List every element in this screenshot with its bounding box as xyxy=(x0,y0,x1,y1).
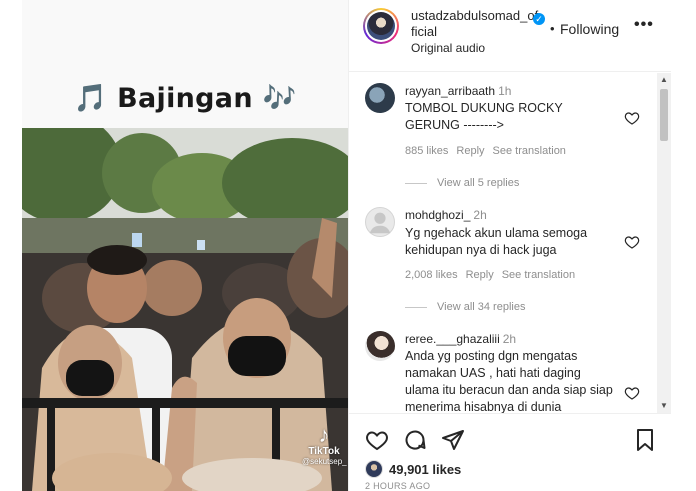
post-header: ustadzabdulsomad_official ✓ • Following … xyxy=(349,0,671,72)
scroll-up-arrow-icon[interactable]: ▲ xyxy=(657,73,671,87)
more-options-icon[interactable]: ••• xyxy=(634,16,654,34)
likes-summary[interactable]: 49,901 likes xyxy=(365,460,461,478)
like-comment-heart-icon[interactable] xyxy=(624,110,640,126)
comment-bubble-icon[interactable] xyxy=(403,428,427,452)
view-replies-link[interactable]: View all 5 replies xyxy=(405,177,519,189)
header-separator: • xyxy=(550,21,555,36)
comment-time: 2h xyxy=(502,332,517,346)
tiktok-brand: TikTok xyxy=(308,446,340,457)
commenter-avatar[interactable] xyxy=(365,83,395,113)
comment-time: 1h xyxy=(498,84,512,98)
comment-username-line: reree.___ghazaliii 2h xyxy=(405,332,516,346)
video-player[interactable]: 🎵 Bajingan 🎶 ♪ TikTok @sekutsep_ xyxy=(22,0,348,491)
comment-username[interactable]: reree.___ghazaliii xyxy=(405,332,500,346)
post-panel: ustadzabdulsomad_official ✓ • Following … xyxy=(348,0,671,491)
comment-username-line: mohdghozi_ 2h xyxy=(405,208,487,222)
following-button[interactable]: Following xyxy=(560,21,619,37)
video-caption: 🎵 Bajingan 🎶 xyxy=(73,83,297,114)
comment-likes[interactable]: 2,008 likes xyxy=(405,269,458,281)
commenter-avatar[interactable] xyxy=(365,207,395,237)
view-replies-link[interactable]: View all 34 replies xyxy=(405,301,525,313)
like-comment-heart-icon[interactable] xyxy=(624,234,640,250)
tiktok-watermark: ♪ TikTok @sekutsep_ xyxy=(302,422,347,467)
see-translation-link[interactable]: See translation xyxy=(502,269,575,281)
comment-time: 2h xyxy=(473,208,487,222)
scroll-down-arrow-icon[interactable]: ▼ xyxy=(657,399,671,413)
comment-text: TOMBOL DUKUNG ROCKY GERUNG --------> xyxy=(405,101,563,132)
tiktok-logo-icon: ♪ xyxy=(318,422,330,447)
post-actions: 49,901 likes 2 HOURS AGO xyxy=(349,413,671,491)
header-username[interactable]: ustadzabdulsomad_official xyxy=(411,8,539,40)
profile-avatar[interactable] xyxy=(363,8,399,44)
verified-badge-icon: ✓ xyxy=(533,13,545,25)
comment-meta: 885 likes Reply See translation xyxy=(405,145,574,157)
share-paper-plane-icon[interactable] xyxy=(441,428,465,452)
commenter-avatar[interactable] xyxy=(365,331,395,361)
comment-username[interactable]: mohdghozi_ xyxy=(405,208,470,222)
comment-username-line: rayyan_arribaath 1h xyxy=(405,84,511,98)
liker-avatar xyxy=(365,460,383,478)
comment-username[interactable]: rayyan_arribaath xyxy=(405,84,495,98)
tiktok-user: @sekutsep_ xyxy=(302,457,347,466)
post-timestamp: 2 HOURS AGO xyxy=(365,481,431,491)
like-heart-icon[interactable] xyxy=(365,428,389,452)
comments-list: rayyan_arribaath 1h TOMBOL DUKUNG ROCKY G… xyxy=(349,73,657,413)
comment-meta: 2,008 likes Reply See translation xyxy=(405,269,583,281)
save-bookmark-icon[interactable] xyxy=(633,428,657,452)
comment-text: Anda yg posting dgn mengatas namakan UAS… xyxy=(405,349,613,413)
scrollbar-thumb[interactable] xyxy=(660,89,668,141)
original-audio-link[interactable]: Original audio xyxy=(411,41,485,55)
see-translation-link[interactable]: See translation xyxy=(493,145,566,157)
concert-crowd-scene xyxy=(22,128,348,491)
default-avatar-icon xyxy=(369,212,391,234)
comments-scrollbar[interactable]: ▲ ▼ xyxy=(657,73,671,413)
comment-text: Yg ngehack akun ulama semoga kehidupan n… xyxy=(405,226,588,257)
likes-count[interactable]: 49,901 likes xyxy=(389,462,461,477)
reply-button[interactable]: Reply xyxy=(456,145,484,157)
reply-button[interactable]: Reply xyxy=(466,269,494,281)
comment-likes[interactable]: 885 likes xyxy=(405,145,448,157)
like-comment-heart-icon[interactable] xyxy=(624,385,640,401)
